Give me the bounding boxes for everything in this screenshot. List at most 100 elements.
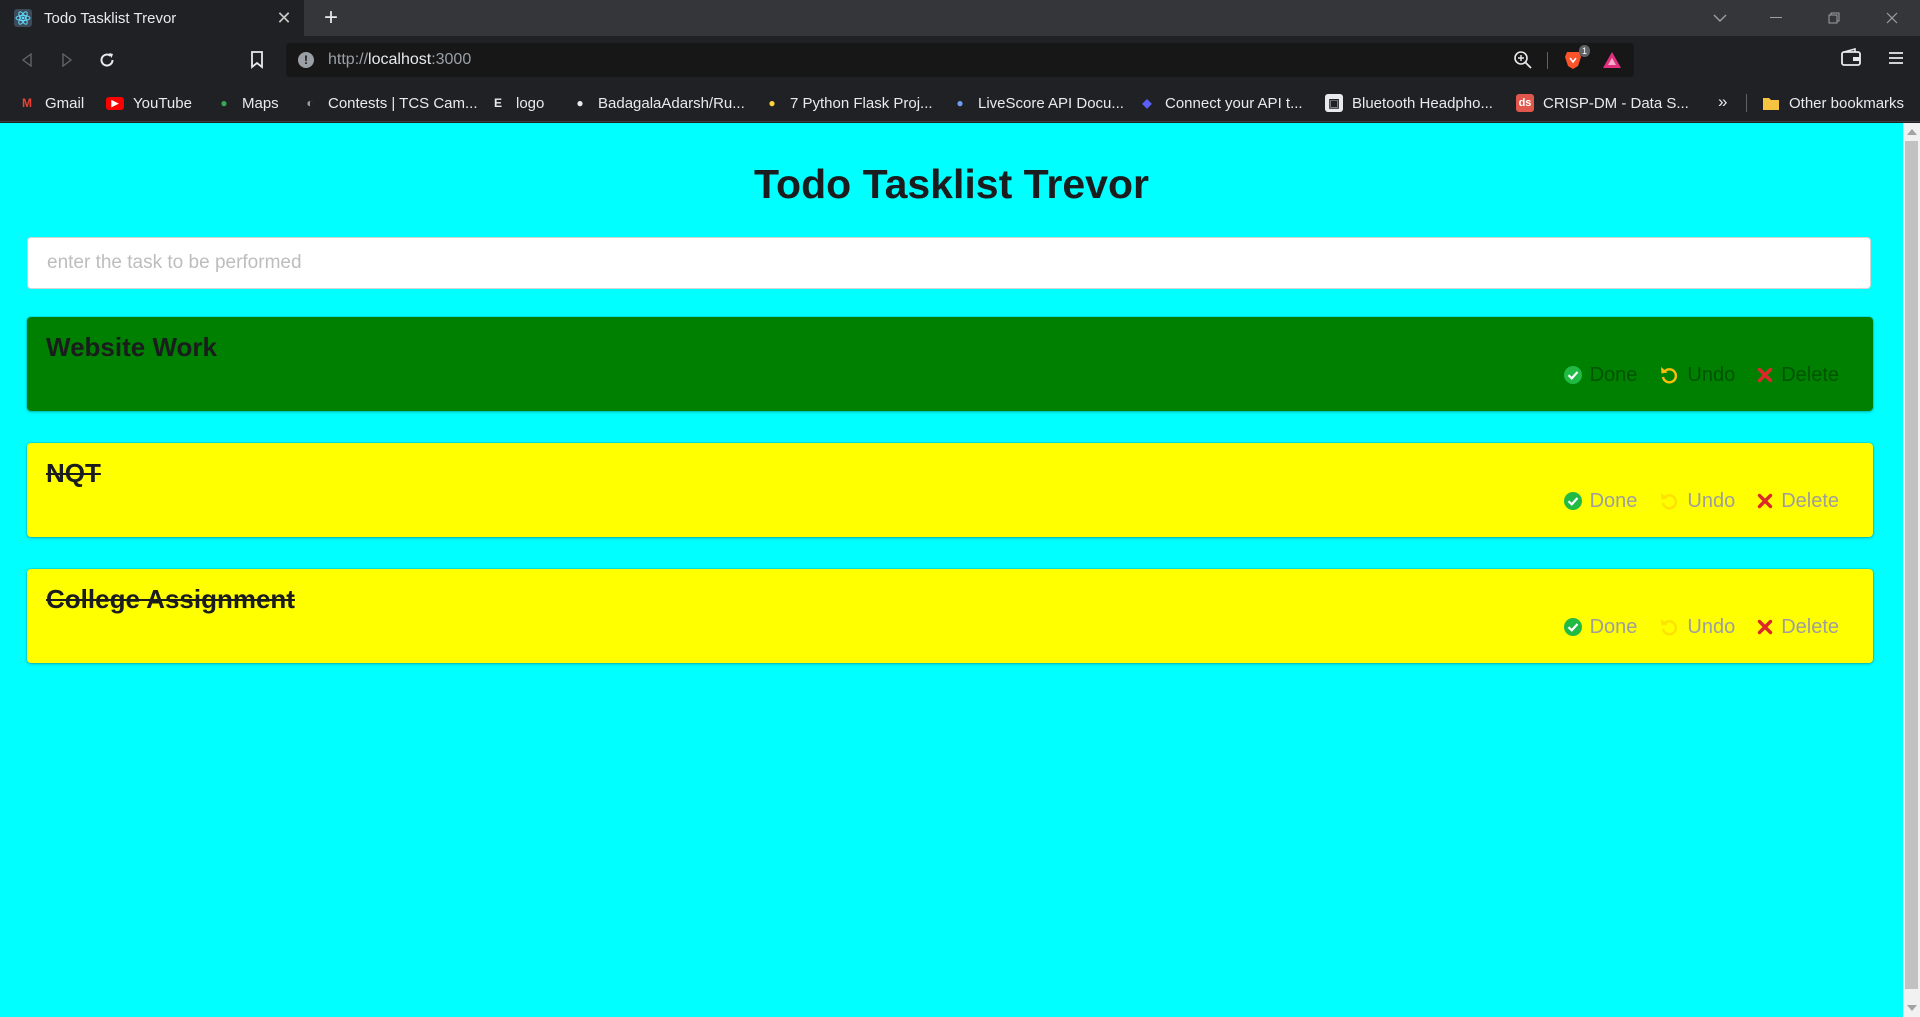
scroll-down-arrow-icon[interactable] <box>1907 1005 1917 1011</box>
page-title: Todo Tasklist Trevor <box>754 161 1149 207</box>
check-circle-icon <box>1563 366 1590 384</box>
restore-icon[interactable] <box>1806 0 1862 36</box>
task-actions: Done Undo Delete <box>1542 489 1839 513</box>
bookmark-label: Gmail <box>45 94 85 112</box>
scroll-up-arrow-icon[interactable] <box>1907 129 1917 135</box>
task-actions: Done Undo Delete <box>1542 363 1839 387</box>
browser-toolbar: ! http://localhost:3000 1 <box>0 36 1920 84</box>
delete-button[interactable]: Delete <box>1757 490 1839 513</box>
bookmarks-bar: ds CRISP-DM - Data S... ▣ Bluetooth Headpho… <box>0 84 1920 122</box>
other-bookmarks-folder[interactable]: Other bookmarks <box>1762 92 1904 114</box>
close-window-icon[interactable] <box>1864 0 1920 36</box>
bookmark-item[interactable]: ▣ Bluetooth Headpho... <box>1325 92 1493 114</box>
done-button[interactable]: Done <box>1563 489 1638 513</box>
bookmark-label: logo <box>516 94 545 112</box>
check-circle-icon <box>1563 618 1590 636</box>
task-title: College Assignment <box>46 584 295 614</box>
undo-label: Undo <box>1687 615 1736 638</box>
minimize-icon[interactable] <box>1748 0 1804 36</box>
bookmark-label: Connect your API t... <box>1165 94 1303 112</box>
bookmark-label: 7 Python Flask Proj... <box>790 94 933 112</box>
react-icon <box>14 9 32 27</box>
api-icon: ◆ <box>1142 96 1152 110</box>
etsy-icon: E <box>493 96 502 110</box>
done-label: Done <box>1589 489 1638 512</box>
bookmark-item[interactable]: ◆ Connect your API t... <box>1138 92 1303 114</box>
done-button[interactable]: Done <box>1563 615 1638 639</box>
tab-search-icon[interactable] <box>1692 0 1748 36</box>
tab-strip: Todo Tasklist Trevor ✕ + <box>0 0 1920 36</box>
scroll-thumb[interactable] <box>1905 141 1918 989</box>
check-circle-icon <box>1563 492 1590 510</box>
page-scrollbar[interactable] <box>1903 123 1920 1017</box>
bookmark-item[interactable]: ● 7 Python Flask Proj... <box>763 92 933 114</box>
close-icon <box>1757 619 1781 635</box>
youtube-icon: ▶ <box>106 96 124 110</box>
gmail-icon: M <box>22 96 32 110</box>
bookmark-item[interactable]: ● BadagalaAdarsh/Ru... <box>571 92 745 114</box>
github-icon: ● <box>576 96 584 110</box>
address-bar[interactable]: ! http://localhost:3000 1 <box>286 43 1634 77</box>
undo-label: Undo <box>1687 489 1736 512</box>
livescore-icon: ● <box>956 96 964 110</box>
done-button[interactable]: Done <box>1563 363 1638 387</box>
task-title: Website Work <box>46 332 217 362</box>
bookmark-item[interactable]: M Gmail <box>18 92 84 114</box>
bookmark-label: Contests | TCS Cam... <box>328 94 478 112</box>
close-icon <box>1757 493 1781 509</box>
bookmark-label: CRISP-DM - Data S... <box>1543 94 1689 112</box>
close-icon <box>1757 367 1781 383</box>
undo-button[interactable]: Undo <box>1659 490 1735 513</box>
task-card: College Assignment Done Undo Delete <box>27 569 1873 663</box>
bookmark-item[interactable]: ds CRISP-DM - Data S... <box>1516 92 1689 114</box>
bookmark-icon[interactable] <box>242 45 272 75</box>
store-icon: ▣ <box>1325 94 1343 112</box>
maps-icon: ● <box>220 96 228 110</box>
bookmark-item[interactable]: Elogo <box>489 92 544 114</box>
globe-icon: ◐ <box>306 96 314 110</box>
bookmark-label: LiveScore API Docu... <box>978 94 1124 112</box>
bookmark-label: Bluetooth Headpho... <box>1352 94 1493 112</box>
zoom-icon[interactable] <box>1512 49 1534 71</box>
delete-label: Delete <box>1781 615 1839 638</box>
menu-icon[interactable] <box>1886 48 1906 72</box>
task-card: Website Work Done Undo Delete <box>27 317 1873 411</box>
bookmark-label: BadagalaAdarsh/Ru... <box>598 94 745 112</box>
python-icon: ● <box>768 96 776 110</box>
bookmark-item[interactable]: ▶ YouTube <box>106 92 192 114</box>
undo-label: Undo <box>1687 363 1736 386</box>
bookmark-item[interactable]: ● LiveScore API Docu... <box>951 92 1124 114</box>
tab-title: Todo Tasklist Trevor <box>44 9 177 27</box>
omnibox-separator <box>1547 52 1548 69</box>
undo-button[interactable]: Undo <box>1659 364 1735 387</box>
reload-icon[interactable] <box>92 45 122 75</box>
done-label: Done <box>1589 363 1638 386</box>
delete-button[interactable]: Delete <box>1757 616 1839 639</box>
wallet-icon[interactable] <box>1840 47 1864 72</box>
brave-rewards-icon[interactable] <box>1602 51 1622 69</box>
task-card: NQT Done Undo Delete <box>27 443 1873 537</box>
tab-close-icon[interactable]: ✕ <box>270 8 298 29</box>
delete-label: Delete <box>1781 363 1839 386</box>
page-viewport: Todo Tasklist Trevor Website Work Done Und… <box>0 123 1920 1017</box>
site-info-icon[interactable]: ! <box>298 52 314 68</box>
task-actions: Done Undo Delete <box>1542 615 1839 639</box>
bookmark-item[interactable]: ◐ Contests | TCS Cam... <box>301 92 478 114</box>
url-text: http://localhost:3000 <box>328 51 472 68</box>
task-input[interactable] <box>27 237 1871 289</box>
forward-icon[interactable] <box>52 45 82 75</box>
other-bookmarks-label: Other bookmarks <box>1789 94 1905 112</box>
bookmark-label: Maps <box>242 94 279 112</box>
done-label: Done <box>1589 615 1638 638</box>
bookmarks-overflow-button[interactable]: » <box>1718 92 1727 112</box>
undo-icon <box>1659 617 1687 637</box>
folder-icon <box>1762 94 1780 112</box>
new-tab-button[interactable]: + <box>316 3 346 33</box>
undo-button[interactable]: Undo <box>1659 616 1735 639</box>
browser-tab[interactable]: Todo Tasklist Trevor ✕ <box>0 0 304 36</box>
bookmark-item[interactable]: ● Maps <box>215 92 279 114</box>
delete-label: Delete <box>1781 489 1839 512</box>
undo-icon <box>1659 365 1687 385</box>
delete-button[interactable]: Delete <box>1757 364 1839 387</box>
back-icon[interactable] <box>12 45 42 75</box>
